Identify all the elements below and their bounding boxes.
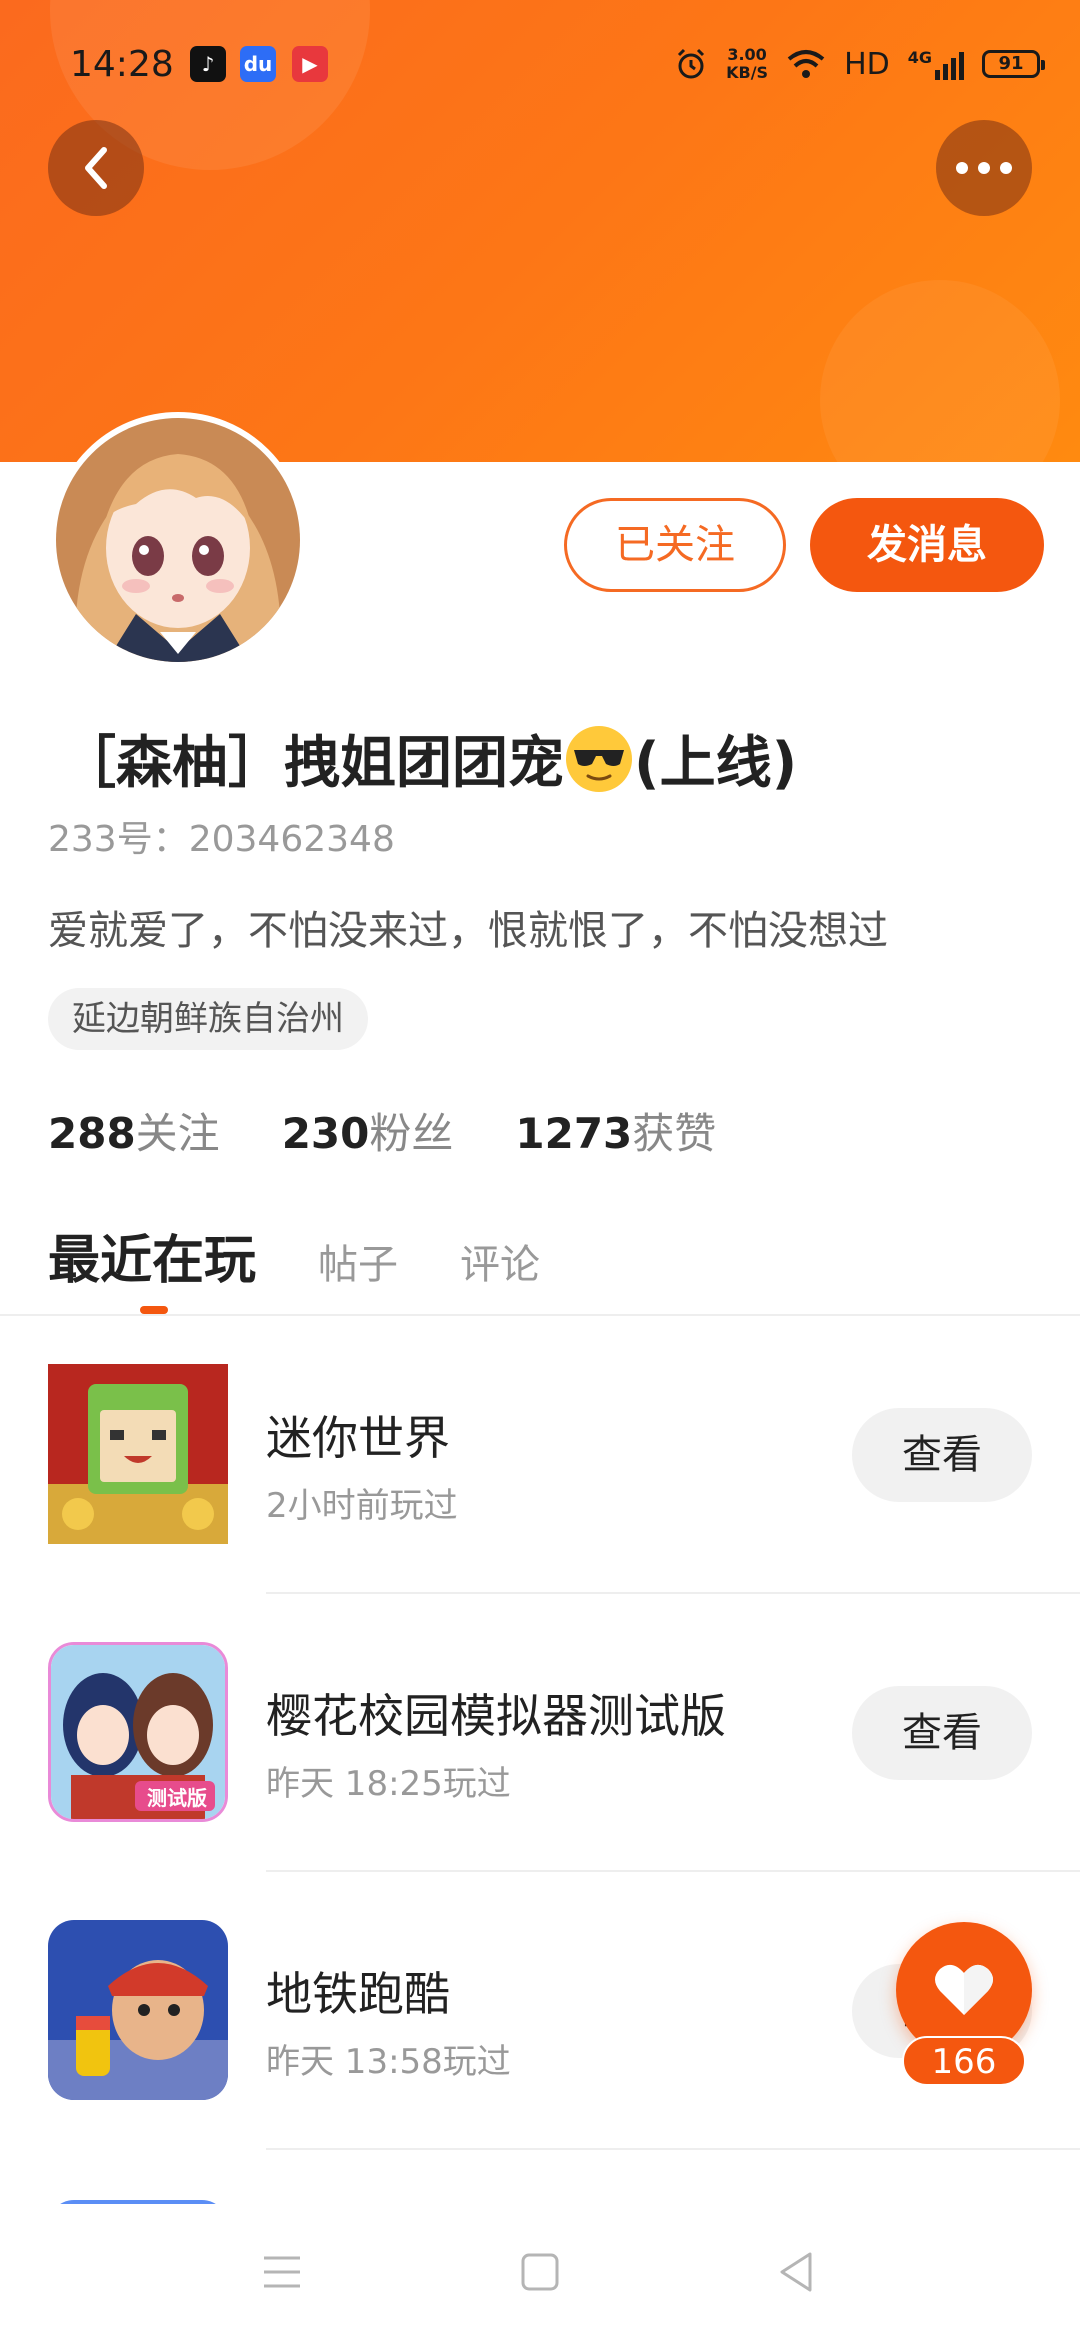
game-last-played: 2小时前玩过 [266,1486,458,1526]
stat-followers[interactable]: 230粉丝 [282,1100,454,1161]
tab-posts[interactable]: 帖子 [318,1232,398,1290]
followed-button[interactable]: 已关注 [564,498,786,592]
nickname-suffix: (上线) [634,731,798,796]
network-speed: 3.00 KB/S [726,46,768,82]
view-button[interactable]: 查看 [852,1408,1032,1502]
tab-comments[interactable]: 评论 [460,1232,540,1290]
signal-bar [959,52,964,80]
game-name: 地铁跑酷 [266,1967,450,2021]
baidu-icon: du [240,46,276,82]
network-type: 4G [907,48,932,67]
divider [266,1592,1080,1594]
stat-label: 粉丝 [369,1109,454,1158]
location-tag: 延边朝鲜族自治州 [48,988,368,1050]
divider [266,1870,1080,1872]
chevron-left-icon [85,147,107,189]
stats-row: 288关注 230粉丝 1273获赞 [48,1100,716,1161]
stat-label: 获赞 [632,1109,717,1158]
list-item[interactable]: 迷你世界 2小时前玩过 查看 [0,1364,1080,1644]
sunglasses-emoji-icon [566,726,632,792]
battery-indicator: 91 [982,50,1045,78]
home-icon[interactable] [520,2252,560,2292]
heart-icon [935,1964,993,2015]
avatar-image [56,418,300,662]
nickname-text: ［森柚］拽姐团团宠 [60,731,564,796]
back-nav-icon[interactable] [776,2250,816,2294]
profile-tabs: 最近在玩 帖子 评论 [48,1218,540,1293]
game-last-played: 昨天 18:25玩过 [266,1764,511,1804]
subway-surfers-game-icon [48,1920,228,2100]
game-name: 迷你世界 [266,1411,450,1465]
tiktok-icon: ♪ [190,46,226,82]
send-message-button[interactable]: 发消息 [810,498,1044,592]
game-name: 樱花校园模拟器测试版 [266,1689,726,1743]
stat-label: 关注 [135,1109,220,1158]
nickname: ［森柚］拽姐团团宠 (上线) [60,718,797,799]
wifi-icon [787,50,825,78]
menu-icon[interactable] [262,2254,302,2290]
more-button[interactable] [936,120,1032,216]
tab-recent-play[interactable]: 最近在玩 [48,1218,256,1293]
stat-value: 1273 [515,1109,633,1158]
mini-world-game-icon [48,1364,228,1544]
signal-bar [951,58,956,80]
more-horizontal-icon [956,162,1012,174]
sakura-school-game-icon: 测试版 [48,1642,228,1822]
status-bar: 14:28 ♪ du ▶ 3.00 KB/S HD 4G 91 [0,0,1080,130]
bio: 爱就爱了，不怕没来过，恨就恨了，不怕没想过 [48,908,888,954]
stat-following[interactable]: 288关注 [48,1100,220,1161]
list-item[interactable]: 测试版 樱花校园模拟器测试版 昨天 18:25玩过 查看 [0,1642,1080,1922]
network-speed-unit: KB/S [726,63,769,82]
divider [266,2148,1080,2150]
signal-bar [935,70,940,80]
signal-strength: 4G [908,48,964,80]
status-time: 14:28 [70,44,174,85]
active-tab-indicator [140,1306,168,1314]
avatar[interactable] [50,412,306,668]
like-count: 166 [902,2036,1026,2086]
alarm-icon [678,48,705,79]
user-id: 233号：203462348 [48,819,395,860]
system-navigation-bar [0,2204,1080,2340]
test-version-badge: 测试版 [147,1786,207,1810]
profile-page: 14:28 ♪ du ▶ 3.00 KB/S HD 4G 91 已关注 发消息 … [0,0,1080,2340]
stat-likes[interactable]: 1273获赞 [515,1100,716,1161]
stat-value: 288 [48,1109,136,1158]
network-speed-value: 3.00 [727,45,767,64]
status-icons: 3.00 KB/S HD 4G 91 [674,42,1045,86]
signal-bar [943,64,948,80]
banner-decoration [820,280,1060,462]
video-app-icon: ▶ [292,46,328,82]
back-button[interactable] [48,120,144,216]
hd-indicator: HD [844,46,890,82]
view-button[interactable]: 查看 [852,1686,1032,1780]
divider [0,1314,1080,1316]
game-last-played: 昨天 13:58玩过 [266,2042,511,2082]
stat-value: 230 [281,1109,370,1158]
